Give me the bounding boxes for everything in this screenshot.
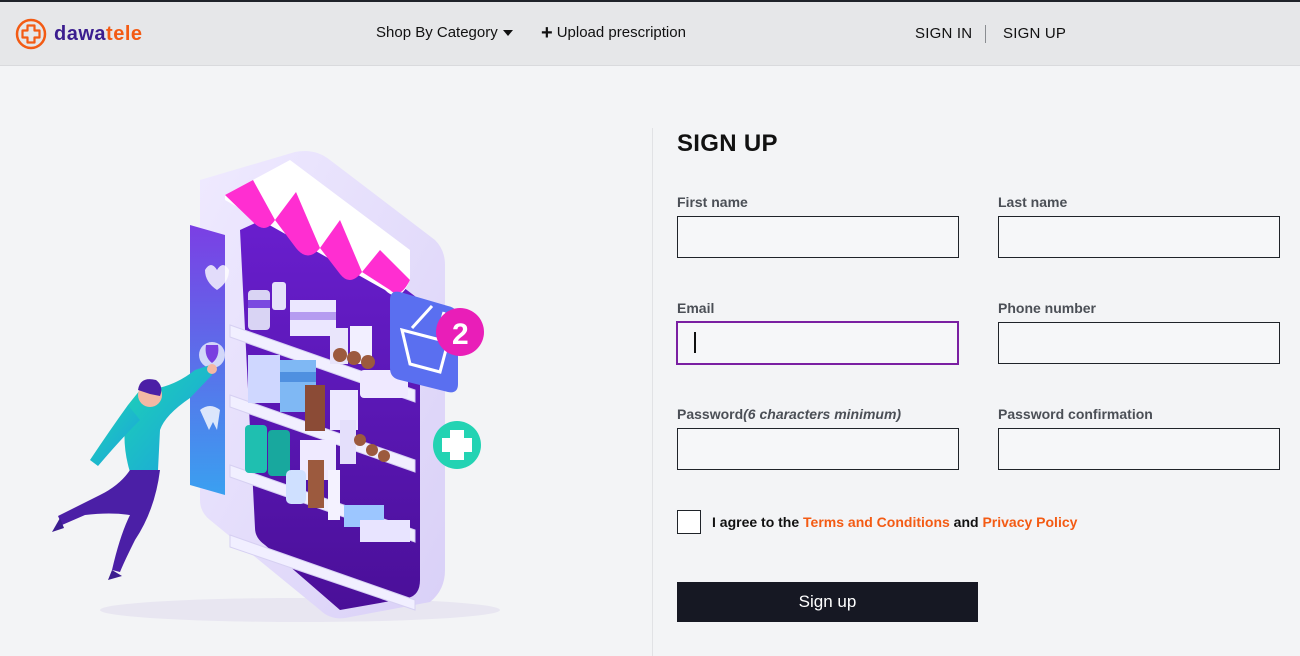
- shop-by-category-label: Shop By Category: [376, 24, 498, 41]
- first-name-label: First name: [677, 194, 748, 210]
- first-name-input[interactable]: [677, 216, 959, 258]
- password-hint: (6 characters minimum): [743, 406, 902, 422]
- text-cursor: [694, 332, 696, 353]
- pharmacy-phone-illustration: 2: [52, 151, 500, 622]
- agree-and: and: [949, 514, 983, 530]
- sign-up-link[interactable]: SIGN UP: [1003, 25, 1066, 42]
- last-name-label: Last name: [998, 194, 1068, 210]
- form-title: SIGN UP: [677, 130, 778, 157]
- phone-number-input[interactable]: [998, 322, 1280, 364]
- password-confirmation-input[interactable]: [998, 428, 1280, 470]
- medical-cross-logo-icon: [15, 18, 47, 50]
- password-label-text: Password: [677, 406, 744, 422]
- email-label: Email: [677, 300, 715, 316]
- password-confirmation-label: Password confirmation: [998, 406, 1153, 422]
- email-input[interactable]: [676, 321, 959, 365]
- shop-by-category-dropdown[interactable]: Shop By Category: [376, 24, 513, 41]
- sign-up-button[interactable]: Sign up: [677, 582, 978, 622]
- agree-prefix: I agree to the: [712, 514, 804, 530]
- terms-agreement-text: I agree to the Terms and Conditions and …: [712, 514, 1077, 530]
- nav-separator: [985, 25, 986, 43]
- password-input[interactable]: [677, 428, 959, 470]
- last-name-input[interactable]: [998, 216, 1280, 258]
- caret-down-icon: [502, 30, 513, 36]
- vertical-divider: [652, 128, 653, 656]
- brand-logo[interactable]: dawatele: [15, 18, 143, 50]
- password-label: Password(6 characters minimum): [677, 406, 901, 422]
- phone-number-label: Phone number: [998, 300, 1097, 316]
- terms-checkbox[interactable]: [677, 510, 701, 534]
- plus-icon: +: [541, 21, 553, 44]
- sign-in-link[interactable]: SIGN IN: [915, 25, 972, 42]
- upload-prescription-label: Upload prescription: [556, 24, 686, 41]
- upload-prescription-link[interactable]: + Upload prescription: [541, 21, 686, 44]
- cart-count-badge: 2: [452, 318, 469, 351]
- brand-name: dawatele: [54, 22, 143, 45]
- site-header: dawatele Shop By Category + Upload presc…: [0, 2, 1300, 66]
- terms-and-conditions-link[interactable]: Terms and Conditions: [803, 514, 950, 530]
- privacy-policy-link[interactable]: Privacy Policy: [982, 514, 1077, 530]
